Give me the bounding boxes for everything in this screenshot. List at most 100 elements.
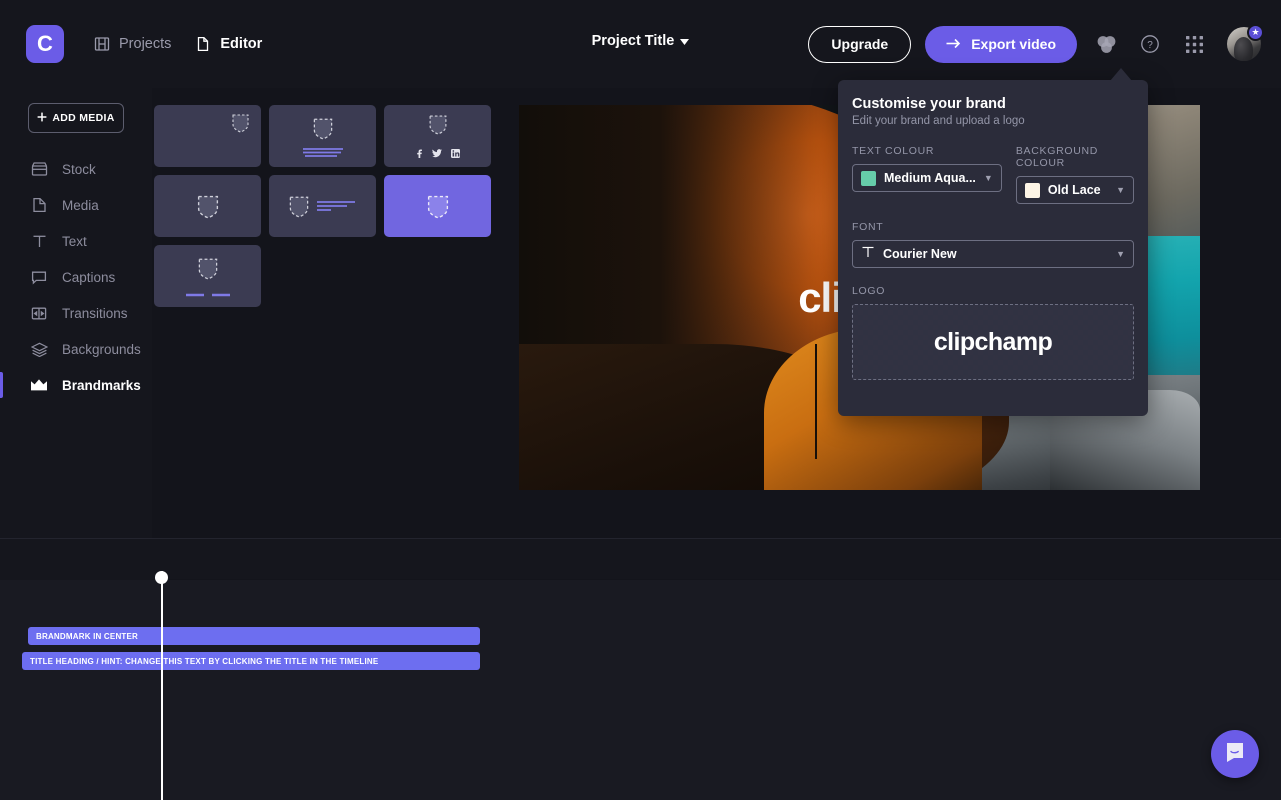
chevron-down-icon: ▼ — [983, 173, 993, 183]
sidebar-nav-list: Stock Media Text Captions Transitions Ba… — [0, 151, 152, 403]
logo-label: LOGO — [852, 285, 886, 297]
font-value: Courier New — [883, 247, 957, 261]
timeline-title-clip-2-label: TITLE HEADING / HINT: CHANGE THIS TEXT B… — [30, 656, 379, 666]
film-icon — [94, 36, 110, 52]
brandmark-thumb-logo-top-right[interactable] — [154, 105, 261, 167]
brandmark-template-grid — [154, 105, 504, 315]
popup-subtitle: Edit your brand and upload a logo — [852, 115, 1025, 127]
timeline-title-clip-2[interactable]: TITLE HEADING / HINT: CHANGE THIS TEXT B… — [22, 652, 480, 670]
logo-preview-text: clipchamp — [933, 327, 1053, 356]
background-colour-label: BACKGROUND COLOUR — [1015, 145, 1099, 169]
top-navigation: Projects Editor — [94, 36, 262, 52]
sidebar-item-text[interactable]: Text — [0, 223, 152, 259]
chevron-down-icon: ▼ — [1116, 249, 1125, 259]
customise-brand-popup: Customise your brand Edit your brand and… — [838, 80, 1148, 416]
brandmark-row-2 — [154, 175, 504, 237]
background-colour-select[interactable]: Old Lace ▼ — [1015, 176, 1134, 204]
linkedin-icon — [451, 149, 460, 158]
background-colour-field: BACKGROUND COLOUR Old Lace ▼ — [1015, 145, 1134, 204]
sidebar-item-stock[interactable]: Stock — [0, 151, 152, 187]
upgrade-button[interactable]: Upgrade — [808, 25, 912, 63]
sidebar-item-captions[interactable]: Captions — [0, 259, 152, 295]
brandmark-thumb-logo-left-lines[interactable] — [269, 175, 376, 237]
stock-icon — [30, 161, 48, 177]
captions-icon — [30, 270, 48, 285]
chat-bubble-icon — [1223, 740, 1247, 769]
font-label: FONT — [852, 221, 884, 233]
brandmark-row-1 — [154, 105, 504, 167]
sidebar-item-stock-label: Stock — [62, 161, 96, 177]
sidebar-item-captions-label: Captions — [62, 269, 116, 285]
timeline-body[interactable]: BRANDMARK IN CENTER TITLE HEADING / HINT… — [0, 580, 1281, 800]
app-logo[interactable]: C — [26, 25, 64, 63]
font-select[interactable]: Courier New ▼ — [852, 240, 1134, 268]
avatar-premium-badge: ★ — [1247, 24, 1264, 41]
brandmark-thumb-logo-center-filled[interactable] — [384, 175, 491, 237]
sidebar-item-transitions[interactable]: Transitions — [0, 295, 152, 331]
add-media-label: ADD MEDIA — [52, 112, 115, 124]
brandmark-row-3 — [154, 245, 504, 307]
facebook-icon — [415, 149, 423, 158]
add-media-button[interactable]: ADD MEDIA — [28, 103, 124, 133]
font-field: FONT Courier New ▼ — [852, 221, 1134, 268]
sidebar-item-brandmarks[interactable]: Brandmarks — [0, 367, 152, 403]
sidebar-item-media-label: Media — [62, 197, 99, 213]
transitions-icon — [30, 306, 48, 321]
arrow-right-icon — [946, 36, 961, 52]
header-actions: Upgrade Export video ? ★ — [808, 0, 1264, 88]
timeline-toolbar: 0:31 / 4:10 — [0, 539, 1281, 579]
project-title-text[interactable]: Project Title — [592, 33, 675, 49]
text-icon — [30, 234, 48, 249]
timeline-title-clip-1-label: BRANDMARK IN CENTER — [36, 631, 139, 641]
grid-apps-icon[interactable] — [1179, 29, 1209, 59]
text-colour-label: TEXT COLOUR — [852, 145, 935, 157]
brandmark-thumb-logo-center[interactable] — [154, 175, 261, 237]
sidebar-item-backgrounds[interactable]: Backgrounds — [0, 331, 152, 367]
timeline-playhead-handle[interactable] — [155, 571, 168, 584]
document-icon — [195, 36, 211, 52]
brand-kit-icon[interactable] — [1091, 29, 1121, 59]
help-circle-icon[interactable]: ? — [1135, 29, 1165, 59]
logo-upload-area[interactable]: clipchamp — [852, 304, 1134, 380]
brandmark-thumb-logo-above-lines[interactable] — [269, 105, 376, 167]
app-logo-letter: C — [37, 31, 53, 56]
timeline-playhead — [161, 571, 163, 800]
backgrounds-icon — [30, 342, 48, 357]
plus-icon — [37, 112, 47, 125]
brandmark-thumb-logo-with-socials[interactable] — [384, 105, 491, 167]
media-icon — [30, 197, 48, 213]
twitter-icon — [432, 149, 442, 158]
chevron-down-icon: ▼ — [1116, 185, 1125, 195]
popup-arrow — [1110, 68, 1132, 81]
intercom-chat-button[interactable] — [1211, 730, 1259, 778]
text-colour-swatch — [861, 170, 876, 186]
brandmarks-icon — [30, 378, 48, 392]
sidebar-item-brandmarks-label: Brandmarks — [62, 377, 141, 393]
popup-title: Customise your brand — [852, 96, 1006, 112]
brandmark-social-icons — [415, 149, 460, 158]
nav-item-editor[interactable]: Editor — [195, 36, 262, 52]
nav-item-projects-label: Projects — [119, 36, 172, 52]
nav-item-editor-label: Editor — [220, 36, 263, 52]
sidebar-item-transitions-label: Transitions — [62, 305, 128, 321]
nav-item-projects[interactable]: Projects — [94, 36, 171, 52]
background-colour-swatch — [1024, 182, 1040, 198]
sidebar-item-backgrounds-label: Backgrounds — [62, 341, 141, 357]
export-video-label: Export video — [971, 36, 1056, 52]
background-colour-value: Old Lace — [1047, 183, 1101, 197]
clipchamp-editor: C Projects Editor Project Title Upgrade … — [0, 0, 1281, 800]
text-colour-select[interactable]: Medium Aqua... ▼ — [852, 164, 1002, 192]
colour-fields-row: TEXT COLOUR Medium Aqua... ▼ BACKGROUND … — [852, 145, 1134, 204]
text-colour-value: Medium Aqua... — [884, 171, 976, 185]
sidebar-item-media[interactable]: Media — [0, 187, 152, 223]
svg-text:?: ? — [1147, 40, 1153, 51]
export-video-button[interactable]: Export video — [925, 25, 1077, 63]
sidebar-item-text-label: Text — [62, 233, 87, 249]
text-type-icon — [861, 245, 875, 264]
text-colour-field: TEXT COLOUR Medium Aqua... ▼ — [852, 145, 1002, 204]
user-avatar[interactable]: ★ — [1227, 24, 1264, 61]
timeline-title-clip-1[interactable]: BRANDMARK IN CENTER — [28, 627, 480, 645]
top-header-bar: C Projects Editor Project Title Upgrade … — [0, 0, 1281, 88]
chevron-down-icon[interactable] — [680, 33, 690, 49]
brandmark-thumb-logo-divider-line[interactable] — [154, 245, 261, 307]
